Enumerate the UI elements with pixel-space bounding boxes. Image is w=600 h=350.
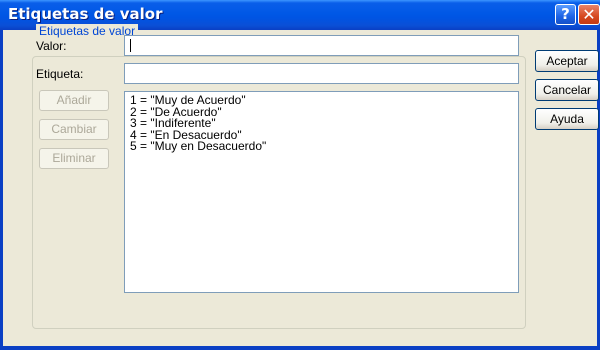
close-icon[interactable]: ✕ xyxy=(578,4,600,25)
change-button[interactable]: Cambiar xyxy=(39,119,109,140)
help-icon[interactable]: ? xyxy=(555,4,576,25)
cancel-button[interactable]: Cancelar xyxy=(535,79,599,101)
dialog-body: Etiquetas de valor Valor: Etiqueta: Añad… xyxy=(3,24,599,346)
tag-label: Etiqueta: xyxy=(36,67,84,81)
tag-field[interactable] xyxy=(124,63,519,84)
value-labels-list[interactable]: 1 = "Muy de Acuerdo" 2 = "De Acuerdo" 3 … xyxy=(124,91,519,293)
remove-button[interactable]: Eliminar xyxy=(39,148,109,169)
value-labels-dialog: Etiquetas de valor ? ✕ Etiquetas de valo… xyxy=(0,0,600,350)
group-legend: Etiquetas de valor xyxy=(36,24,139,38)
help-button[interactable]: Ayuda xyxy=(535,108,599,130)
text-caret xyxy=(130,39,131,52)
value-field[interactable] xyxy=(124,35,519,56)
add-button[interactable]: Añadir xyxy=(39,90,109,111)
accept-button[interactable]: Aceptar xyxy=(535,50,599,72)
window-title: Etiquetas de valor xyxy=(8,5,163,23)
value-label: Valor: xyxy=(36,39,67,53)
list-item[interactable]: 5 = "Muy en Desacuerdo" xyxy=(130,140,513,153)
